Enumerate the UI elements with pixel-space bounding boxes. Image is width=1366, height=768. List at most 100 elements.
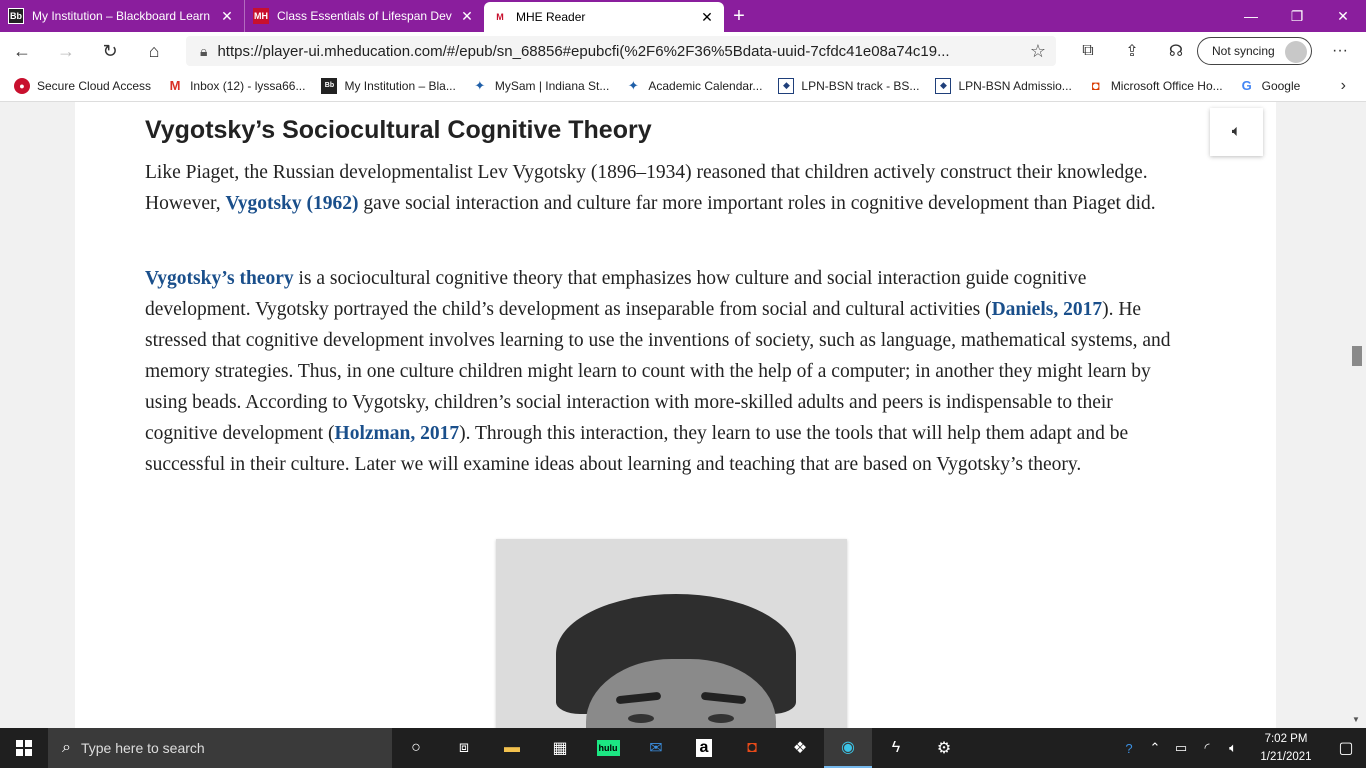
favorite-mysam[interactable]: ✦ MySam | Indiana St... — [472, 78, 610, 94]
hulu-icon[interactable]: hulu — [584, 728, 632, 768]
mail-icon[interactable]: ✉ — [632, 728, 680, 768]
favorite-secure-cloud-access[interactable]: ● Secure Cloud Access — [14, 77, 152, 94]
citation-link-daniels-2017[interactable]: Daniels, 2017 — [992, 299, 1103, 320]
favorite-google[interactable]: G Google — [1239, 78, 1301, 94]
paragraph-2: Vygotsky’s theory is a sociocultural cog… — [145, 263, 1185, 480]
taskbar-clock[interactable]: 7:02 PM 1/21/2021 — [1246, 730, 1326, 766]
citation-link-vygotsky-1962[interactable]: Vygotsky (1962) — [225, 193, 358, 214]
hulu-label: hulu — [596, 740, 620, 756]
share-icon[interactable]: ⇪ — [1110, 41, 1154, 61]
notification-icon[interactable]: ▢ — [1326, 738, 1366, 758]
blackboard-icon: Bb — [321, 77, 338, 94]
favorite-lpn-bsn-admission[interactable]: ◆ LPN-BSN Admissio... — [935, 77, 1072, 94]
settings-gear-icon[interactable]: ⚙ — [920, 728, 968, 768]
close-tab-icon[interactable]: ✕ — [218, 8, 236, 25]
favorite-star-icon[interactable]: ☆ — [1020, 41, 1056, 62]
volume-icon[interactable]: 🔈︎ — [1220, 740, 1246, 756]
chevron-up-icon[interactable]: ⌃ — [1142, 740, 1168, 756]
profile-sync-button[interactable]: Not syncing — [1197, 37, 1312, 65]
home-button[interactable]: ⌂ — [132, 32, 176, 70]
new-tab-button[interactable]: + — [724, 0, 754, 32]
amazon-label: a — [695, 739, 713, 757]
task-view-icon[interactable]: ⧈ — [440, 728, 488, 768]
scroll-down-icon[interactable]: ▼ — [1352, 715, 1360, 724]
collections-icon[interactable]: ⧉ — [1066, 42, 1110, 60]
google-icon: G — [1241, 78, 1252, 93]
favorite-label: Inbox (12) - lyssa66... — [190, 78, 306, 93]
search-icon: ⌕ — [62, 739, 71, 756]
favorite-inbox[interactable]: M Inbox (12) - lyssa66... — [167, 78, 306, 94]
close-window-button[interactable]: ✕ — [1320, 0, 1366, 32]
home-icon: ⌂ — [148, 40, 160, 61]
settings-more-icon[interactable]: ··· — [1322, 32, 1358, 70]
citation-link-holzman-2017[interactable]: Holzman, 2017 — [335, 423, 460, 444]
office-icon: ◘ — [1091, 78, 1100, 93]
favorite-label: My Institution – Bla... — [344, 78, 456, 93]
favorite-label: LPN-BSN Admissio... — [958, 78, 1072, 93]
forward-button[interactable]: → — [44, 32, 88, 70]
reader-page: Vygotsky’s Sociocultural Cognitive Theor… — [75, 102, 1276, 728]
favorite-lpn-bsn-track[interactable]: ◆ LPN-BSN track - BS... — [778, 77, 920, 94]
refresh-icon: ↻ — [102, 40, 118, 61]
reader-viewport[interactable]: Vygotsky’s Sociocultural Cognitive Theor… — [0, 102, 1366, 728]
favorite-label: Microsoft Office Ho... — [1110, 78, 1223, 93]
restore-button[interactable]: ❐ — [1274, 0, 1320, 32]
favorites-more-icon[interactable]: › — [1341, 70, 1346, 102]
photo-eye — [708, 714, 734, 723]
close-tab-icon[interactable]: ✕ — [698, 9, 716, 26]
isu-icon: ◆ — [778, 77, 795, 94]
favorite-my-institution[interactable]: Bb My Institution – Bla... — [321, 77, 456, 94]
favorite-label: MySam | Indiana St... — [494, 78, 610, 93]
clock-time: 7:02 PM — [1264, 733, 1308, 745]
refresh-button[interactable]: ↻ — [88, 32, 132, 70]
vygotsky-photo — [496, 539, 847, 728]
forward-arrow-icon: → — [57, 40, 75, 61]
taskbar-search[interactable]: ⌕ Type here to search — [48, 728, 392, 768]
section-heading: Vygotsky’s Sociocultural Cognitive Theor… — [145, 116, 652, 144]
favorite-label: Secure Cloud Access — [37, 78, 152, 93]
start-button[interactable] — [0, 728, 48, 768]
gmail-icon: M — [169, 78, 181, 93]
paragraph-text: gave social interaction and culture far … — [358, 193, 1156, 214]
file-explorer-icon[interactable]: ▬ — [488, 728, 536, 768]
help-icon[interactable]: ? — [1116, 741, 1142, 756]
favorites-bar: ● Secure Cloud Access M Inbox (12) - lyssa… — [0, 70, 1366, 102]
tab-mhe-reader[interactable]: M MHE Reader ✕ — [484, 2, 724, 32]
audio-button[interactable]: 🔈︎ — [1210, 108, 1263, 156]
glossary-link-vygotskys-theory[interactable]: Vygotsky’s theory — [145, 268, 294, 289]
close-tab-icon[interactable]: ✕ — [458, 8, 476, 25]
tab-blackboard[interactable]: Bb My Institution – Blackboard Learn ✕ — [0, 0, 244, 32]
sycamore-icon: ✦ — [627, 77, 639, 93]
address-bar: ← → ↻ ⌂ 🔒︎ https://player-ui.mheducation… — [0, 32, 1366, 70]
minimize-button[interactable]: — — [1228, 0, 1274, 32]
paragraph-1: Like Piaget, the Russian developmentalis… — [145, 157, 1185, 219]
wifi-icon[interactable]: ◜ — [1194, 740, 1220, 756]
read-aloud-icon[interactable]: ☊ — [1154, 41, 1198, 61]
office-icon[interactable]: ◘ — [728, 728, 776, 768]
amazon-icon[interactable]: a — [680, 728, 728, 768]
url-field[interactable]: 🔒︎ https://player-ui.mheducation.com/#/e… — [186, 36, 1056, 66]
favorite-microsoft-office[interactable]: ◘ Microsoft Office Ho... — [1088, 78, 1223, 94]
store-icon[interactable]: ▦ — [536, 728, 584, 768]
mcgraw-hill-icon: MH — [253, 8, 269, 24]
secure-cloud-icon: ● — [14, 77, 30, 94]
lock-icon[interactable]: 🔒︎ — [200, 43, 207, 60]
battery-icon[interactable]: ▭ — [1168, 740, 1194, 756]
dropbox-icon[interactable]: ❖ — [776, 728, 824, 768]
edge-icon[interactable]: ◉ — [824, 728, 872, 768]
tab-class-essentials[interactable]: MH Class Essentials of Lifespan Developm… — [244, 0, 484, 32]
windows-taskbar: ⌕ Type here to search ○ ⧈ ▬ ▦ hulu ✉ a ◘… — [0, 728, 1366, 768]
favorite-academic-calendar[interactable]: ✦ Academic Calendar... — [625, 77, 763, 94]
vertical-scrollbar[interactable]: ▼ — [1348, 102, 1366, 728]
back-button[interactable]: ← — [0, 32, 44, 70]
favorite-label: Academic Calendar... — [648, 78, 763, 93]
app-s-icon[interactable]: ϟ — [872, 728, 920, 768]
cortana-icon[interactable]: ○ — [392, 728, 440, 768]
favorite-label: LPN-BSN track - BS... — [801, 78, 920, 93]
avatar — [1285, 41, 1307, 63]
url-text[interactable]: https://player-ui.mheducation.com/#/epub… — [217, 43, 1020, 60]
windows-icon — [16, 740, 32, 756]
window-controls: — ❐ ✕ — [1228, 0, 1366, 32]
isu-icon: ◆ — [935, 77, 952, 94]
scrollbar-thumb[interactable] — [1352, 346, 1362, 366]
